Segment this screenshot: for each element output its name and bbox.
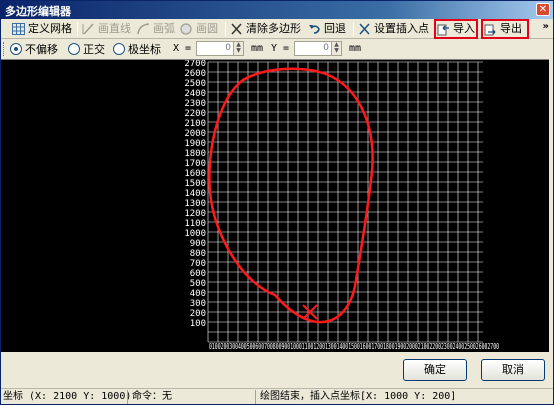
- line-icon: [82, 23, 95, 35]
- window-title: 多边形编辑器: [5, 5, 71, 18]
- y-tick-label: 900: [190, 239, 206, 249]
- polar-label: 极坐标: [128, 43, 161, 56]
- drawing-canvas[interactable]: 2700 2600 2500 2400 2300 2200 2100 2000 1900 1800…: [1, 59, 549, 352]
- cursor-coordinates: 坐标 (X: 2100 Y: 1000): [3, 391, 132, 402]
- y-tick-label: 600: [190, 269, 206, 279]
- y-tick-label: 500: [190, 279, 206, 289]
- y-tick-label: 2700: [184, 60, 206, 69]
- command-status: 命令：无: [132, 391, 172, 402]
- x-label: X =: [173, 43, 192, 54]
- draw-line-label: 画直线: [98, 22, 131, 35]
- y-tick-label: 1400: [184, 189, 206, 199]
- y-tick-label: 2100: [184, 119, 206, 129]
- undo-label: 回退: [324, 22, 346, 35]
- define-grid-label: 定义网格: [28, 22, 72, 35]
- grid-icon: [12, 23, 25, 35]
- y-tick-label: 1600: [184, 169, 206, 179]
- y-tick-label: 100: [190, 319, 206, 329]
- y-tick-label: 2200: [184, 109, 206, 119]
- orthogonal-label: 正交: [83, 43, 105, 56]
- polar-radio[interactable]: 极坐标: [113, 43, 161, 56]
- no-offset-label: 不偏移: [25, 43, 58, 56]
- insert-point-icon: [358, 23, 371, 35]
- export-label: 导出: [500, 22, 522, 35]
- draw-circle-button[interactable]: 画圆: [179, 20, 218, 38]
- arc-icon: [137, 23, 150, 35]
- y-tick-label: 1200: [184, 209, 206, 219]
- status-bar: 坐标 (X: 2100 Y: 1000) 命令：无 绘图结束，插入点坐标[X: …: [1, 388, 553, 404]
- set-insert-point-label: 设置插入点: [374, 22, 429, 35]
- status-divider: [127, 390, 128, 404]
- y-tick-label: 1000: [184, 229, 206, 239]
- y-tick-label: 1500: [184, 179, 206, 189]
- title-bar[interactable]: 多边形编辑器 ✕: [1, 1, 553, 19]
- y-tick-label: 2600: [184, 69, 206, 79]
- draw-circle-label: 画圆: [196, 22, 218, 35]
- y-input[interactable]: 0 ▲ ▼: [294, 41, 342, 56]
- y-tick-label: 2000: [184, 129, 206, 139]
- y-tick-label: 2300: [184, 99, 206, 109]
- x-input[interactable]: 0 ▲ ▼: [196, 41, 244, 56]
- spinner-arrows-icon[interactable]: ▲ ▼: [331, 42, 341, 55]
- clear-x-icon: [230, 23, 243, 35]
- clear-polygon-label: 清除多边形: [246, 22, 301, 35]
- x-axis-labels: 0100200300400500600700800900100011001200…: [209, 342, 499, 351]
- toolbar-separator: [77, 22, 78, 36]
- grid-lines: [207, 61, 483, 343]
- toolbar-separator: [353, 22, 354, 36]
- undo-button[interactable]: 回退: [307, 20, 346, 38]
- toolbar-separator: [225, 22, 226, 36]
- export-icon: [484, 24, 497, 36]
- polygon-editor-window: 多边形编辑器 ✕ 定义网格 画直线 画弧 画圆 清除多边形 回退 设置插入点 导…: [0, 0, 554, 405]
- y-axis-labels: 2700260025002400230022002100200019001800…: [184, 59, 206, 329]
- radio-selected-icon: [10, 43, 22, 55]
- y-tick-label: 1300: [184, 199, 206, 209]
- close-icon[interactable]: ✕: [536, 3, 550, 16]
- set-insert-point-button[interactable]: 设置插入点: [357, 20, 429, 38]
- y-tick-label: 700: [190, 259, 206, 269]
- draw-arc-label: 画弧: [153, 22, 175, 35]
- toolbar-overflow-icon[interactable]: »: [543, 21, 549, 32]
- draw-arc-button[interactable]: 画弧: [136, 20, 175, 38]
- y-tick-label: 2500: [184, 79, 206, 89]
- y-tick-label: 1100: [184, 219, 206, 229]
- options-bar: 不偏移 正交 极坐标 X = 0 ▲ ▼ mm Y = 0 ▲ ▼ mm: [1, 39, 553, 59]
- y-label: Y =: [271, 43, 290, 54]
- toolbar-grip[interactable]: [3, 42, 6, 56]
- clear-polygon-button[interactable]: 清除多边形: [229, 20, 301, 38]
- status-message: 绘图结束，插入点坐标[X: 1000 Y: 200]: [260, 391, 457, 402]
- spinner-arrows-icon[interactable]: ▲ ▼: [233, 42, 243, 55]
- y-tick-label: 1800: [184, 149, 206, 159]
- import-button[interactable]: 导入: [434, 19, 478, 39]
- define-grid-button[interactable]: 定义网格: [11, 20, 72, 38]
- circle-icon: [180, 23, 193, 35]
- y-unit: mm: [349, 43, 362, 54]
- x-value: 0: [225, 43, 231, 53]
- orthogonal-radio[interactable]: 正交: [68, 43, 105, 56]
- y-tick-label: 400: [190, 289, 206, 299]
- radio-icon: [68, 43, 80, 55]
- cancel-button[interactable]: 取消: [481, 359, 545, 381]
- y-tick-label: 300: [190, 299, 206, 309]
- x-unit: mm: [251, 43, 264, 54]
- radio-icon: [113, 43, 125, 55]
- y-tick-label: 200: [190, 309, 206, 319]
- ok-button[interactable]: 确定: [403, 359, 467, 381]
- y-tick-label: 2400: [184, 89, 206, 99]
- import-label: 导入: [453, 22, 475, 35]
- y-value: 0: [323, 43, 329, 53]
- draw-line-button[interactable]: 画直线: [81, 20, 131, 38]
- grid-drawing[interactable]: 2700260025002400230022002100200019001800…: [1, 59, 549, 353]
- y-tick-label: 1700: [184, 159, 206, 169]
- export-button[interactable]: 导出: [481, 19, 529, 39]
- toolbar: 定义网格 画直线 画弧 画圆 清除多边形 回退 设置插入点 导入 导出 »: [1, 19, 553, 39]
- status-divider: [255, 390, 256, 404]
- y-tick-label: 1900: [184, 139, 206, 149]
- import-icon: [437, 24, 450, 36]
- y-tick-label: 800: [190, 249, 206, 259]
- undo-icon: [308, 23, 321, 35]
- no-offset-radio[interactable]: 不偏移: [10, 43, 58, 56]
